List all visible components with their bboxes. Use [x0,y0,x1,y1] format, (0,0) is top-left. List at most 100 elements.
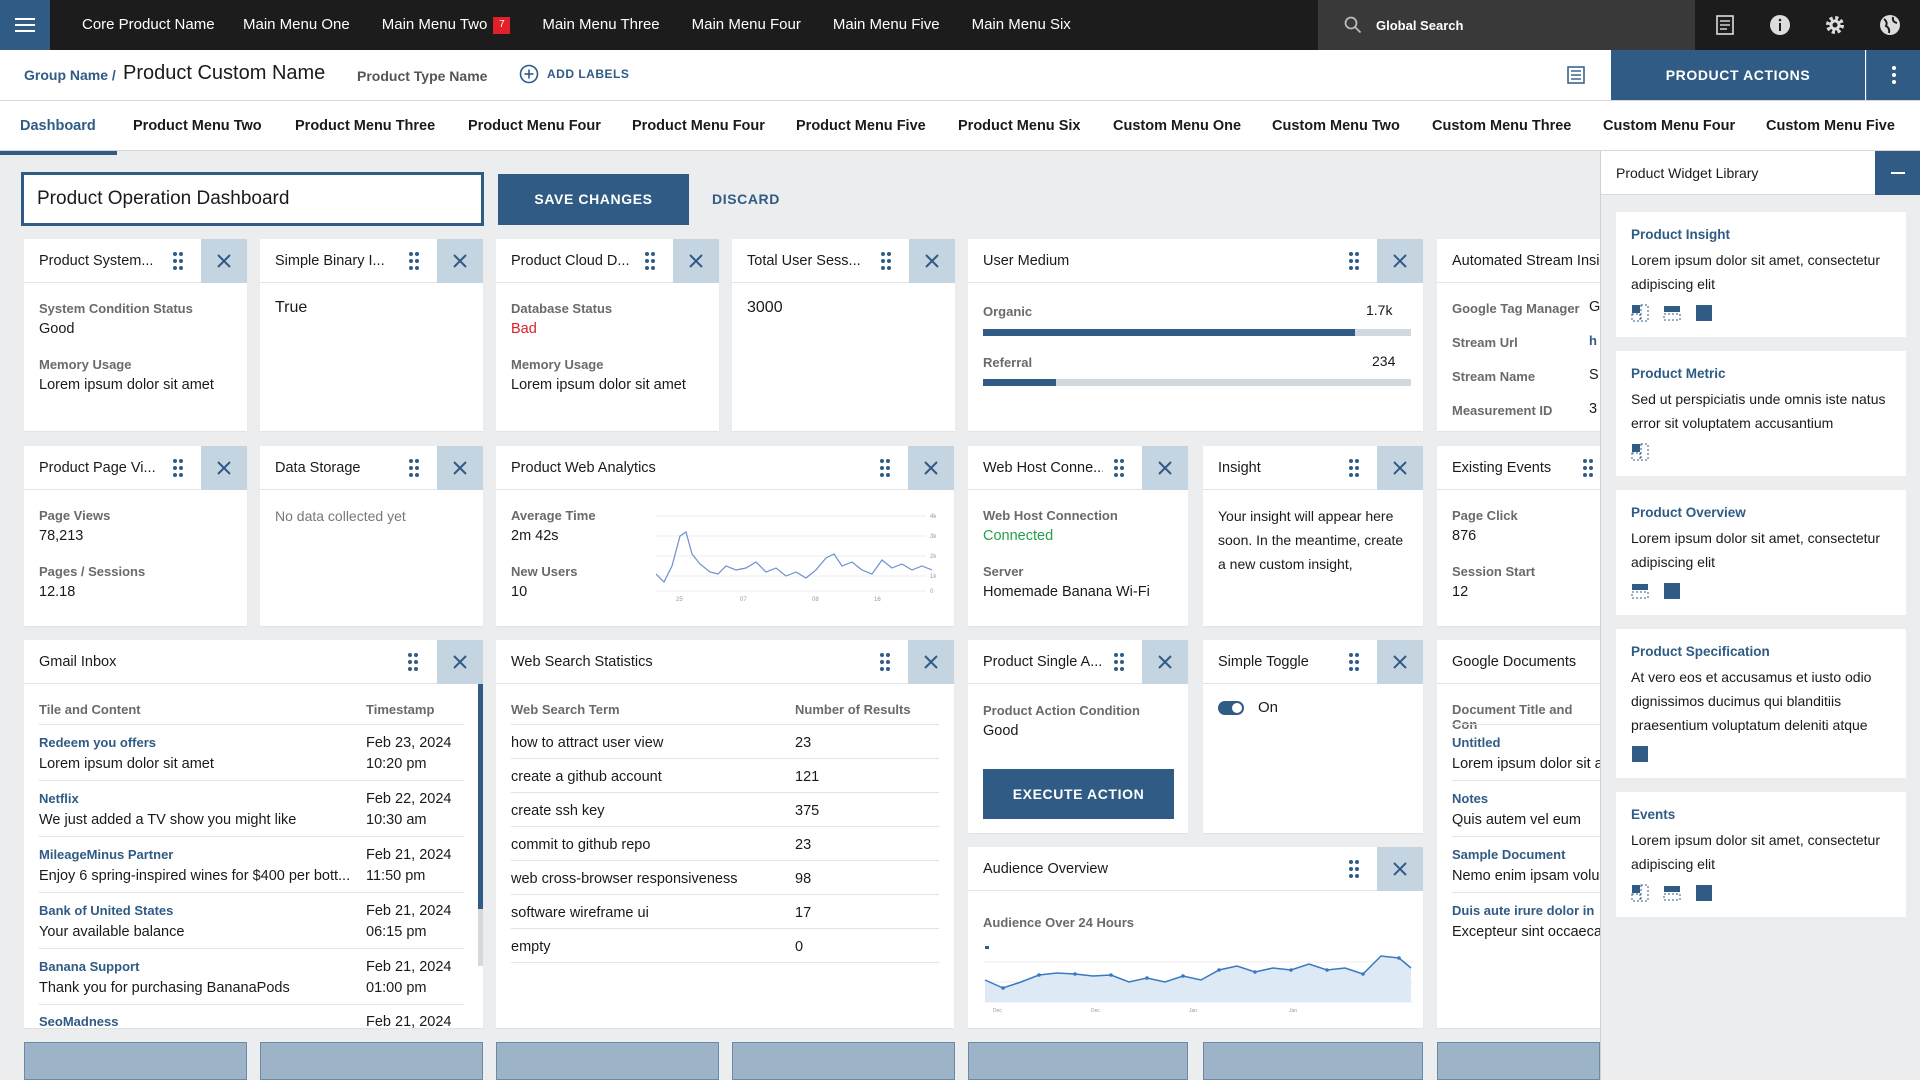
drag-handle-icon[interactable] [644,251,656,271]
close-icon[interactable] [437,239,483,283]
layout-large-icon[interactable] [1631,745,1649,763]
layout-wide-icon[interactable] [1663,304,1681,322]
layout-small-icon[interactable] [1631,443,1649,461]
document-title[interactable]: Notes [1452,791,1488,806]
widget-placeholder[interactable] [24,1042,247,1080]
drag-handle-icon[interactable] [1348,859,1360,879]
global-search-input[interactable]: Global Search [1318,0,1695,50]
email-sender[interactable]: Bank of United States [39,903,173,918]
main-menu-item[interactable]: Main Menu Three [542,0,659,50]
close-icon[interactable] [437,446,483,490]
email-sender[interactable]: Banana Support [39,959,139,974]
widget-placeholder[interactable] [732,1042,955,1080]
close-icon[interactable] [1142,640,1188,684]
email-sender[interactable]: Redeem you offers [39,735,156,750]
collapse-icon[interactable] [1875,151,1920,195]
add-labels-button[interactable]: ADD LABELS [519,64,629,84]
tab-custom-menu-three[interactable]: Custom Menu Three [1432,101,1571,151]
close-icon[interactable] [1377,847,1423,891]
layout-wide-icon[interactable] [1663,884,1681,902]
tab-custom-menu-five[interactable]: Custom Menu Five [1766,101,1895,151]
main-menu-item[interactable]: Main Menu Five [833,0,940,50]
tab-product-menu-five[interactable]: Product Menu Five [796,101,926,151]
layout-small-icon[interactable] [1631,884,1649,902]
widget-placeholder[interactable] [1203,1042,1423,1080]
dashboard-title-input[interactable]: Product Operation Dashboard [21,172,484,226]
drag-handle-icon[interactable] [407,652,419,672]
library-item-product-metric[interactable]: Product Metric Sed ut perspiciatis unde … [1616,351,1906,476]
layout-small-icon[interactable] [1631,304,1649,322]
gear-icon[interactable] [1823,13,1847,37]
globe-icon[interactable] [1878,13,1902,37]
tab-custom-menu-two[interactable]: Custom Menu Two [1272,101,1400,151]
hamburger-menu-icon[interactable] [0,0,50,50]
tab-product-menu-three[interactable]: Product Menu Three [295,101,435,151]
tab-product-menu-four[interactable]: Product Menu Four [468,101,601,151]
document-title[interactable]: Duis aute irure dolor in [1452,903,1594,918]
email-sender[interactable]: MileageMinus Partner [39,847,173,862]
drag-handle-icon[interactable] [1582,458,1594,478]
layout-large-icon[interactable] [1663,582,1681,600]
close-icon[interactable] [909,239,955,283]
main-menu-item[interactable]: Main Menu Two 7 [382,0,511,50]
drag-handle-icon[interactable] [879,652,891,672]
document-title[interactable]: Sample Document [1452,847,1565,862]
toggle-switch[interactable] [1218,701,1244,715]
product-actions-button[interactable]: PRODUCT ACTIONS [1611,50,1865,100]
drag-handle-icon[interactable] [880,251,892,271]
close-icon[interactable] [673,239,719,283]
drag-handle-icon[interactable] [1348,251,1360,271]
layout-large-icon[interactable] [1695,884,1713,902]
drag-handle-icon[interactable] [172,458,184,478]
drag-handle-icon[interactable] [1348,652,1360,672]
document-title[interactable]: Untitled [1452,735,1500,750]
drag-handle-icon[interactable] [1348,458,1360,478]
tab-product-menu-two[interactable]: Product Menu Two [133,101,262,151]
execute-action-button[interactable]: EXECUTE ACTION [983,769,1174,819]
close-icon[interactable] [1377,446,1423,490]
email-sender[interactable]: SeoMadness [39,1014,118,1028]
overflow-menu-icon[interactable] [1866,50,1920,100]
drag-handle-icon[interactable] [1113,652,1125,672]
main-menu-item[interactable]: Main Menu Six [972,0,1071,50]
tab-dashboard[interactable]: Dashboard [0,101,117,155]
report-icon[interactable] [1713,13,1737,37]
email-sender[interactable]: Netflix [39,791,79,806]
widget-placeholder[interactable] [260,1042,483,1080]
main-menu-item[interactable]: Main Menu Four [692,0,801,50]
widget-placeholder[interactable] [1437,1042,1600,1080]
close-icon[interactable] [201,239,247,283]
info-icon[interactable] [1768,13,1792,37]
save-changes-button[interactable]: SAVE CHANGES [498,174,689,225]
widget-placeholder[interactable] [968,1042,1188,1080]
breadcrumb-group[interactable]: Group Name / [24,67,116,83]
close-icon[interactable] [908,640,954,684]
brand-name[interactable]: Core Product Name [82,0,215,50]
close-icon[interactable] [1377,640,1423,684]
main-menu-item[interactable]: Main Menu One [243,0,350,50]
tab-custom-menu-four[interactable]: Custom Menu Four [1603,101,1735,151]
tab-product-menu-six[interactable]: Product Menu Six [958,101,1080,151]
layout-large-icon[interactable] [1695,304,1713,322]
drag-handle-icon[interactable] [879,458,891,478]
scrollbar[interactable] [478,684,483,966]
drag-handle-icon[interactable] [1113,458,1125,478]
discard-button[interactable]: DISCARD [712,174,780,225]
close-icon[interactable] [1377,239,1423,283]
close-icon[interactable] [201,446,247,490]
stream-url-link[interactable]: h [1589,333,1597,348]
drag-handle-icon[interactable] [408,458,420,478]
library-item-events[interactable]: Events Lorem ipsum dolor sit amet, conse… [1616,792,1906,917]
close-icon[interactable] [437,640,483,684]
list-view-icon[interactable] [1566,65,1586,85]
close-icon[interactable] [1142,446,1188,490]
library-item-product-insight[interactable]: Product Insight Lorem ipsum dolor sit am… [1616,212,1906,337]
library-item-product-overview[interactable]: Product Overview Lorem ipsum dolor sit a… [1616,490,1906,615]
tab-custom-menu-one[interactable]: Custom Menu One [1113,101,1241,151]
drag-handle-icon[interactable] [172,251,184,271]
widget-placeholder[interactable] [496,1042,719,1080]
tab-product-menu-four-b[interactable]: Product Menu Four [632,101,765,151]
drag-handle-icon[interactable] [408,251,420,271]
layout-wide-icon[interactable] [1631,582,1649,600]
close-icon[interactable] [908,446,954,490]
